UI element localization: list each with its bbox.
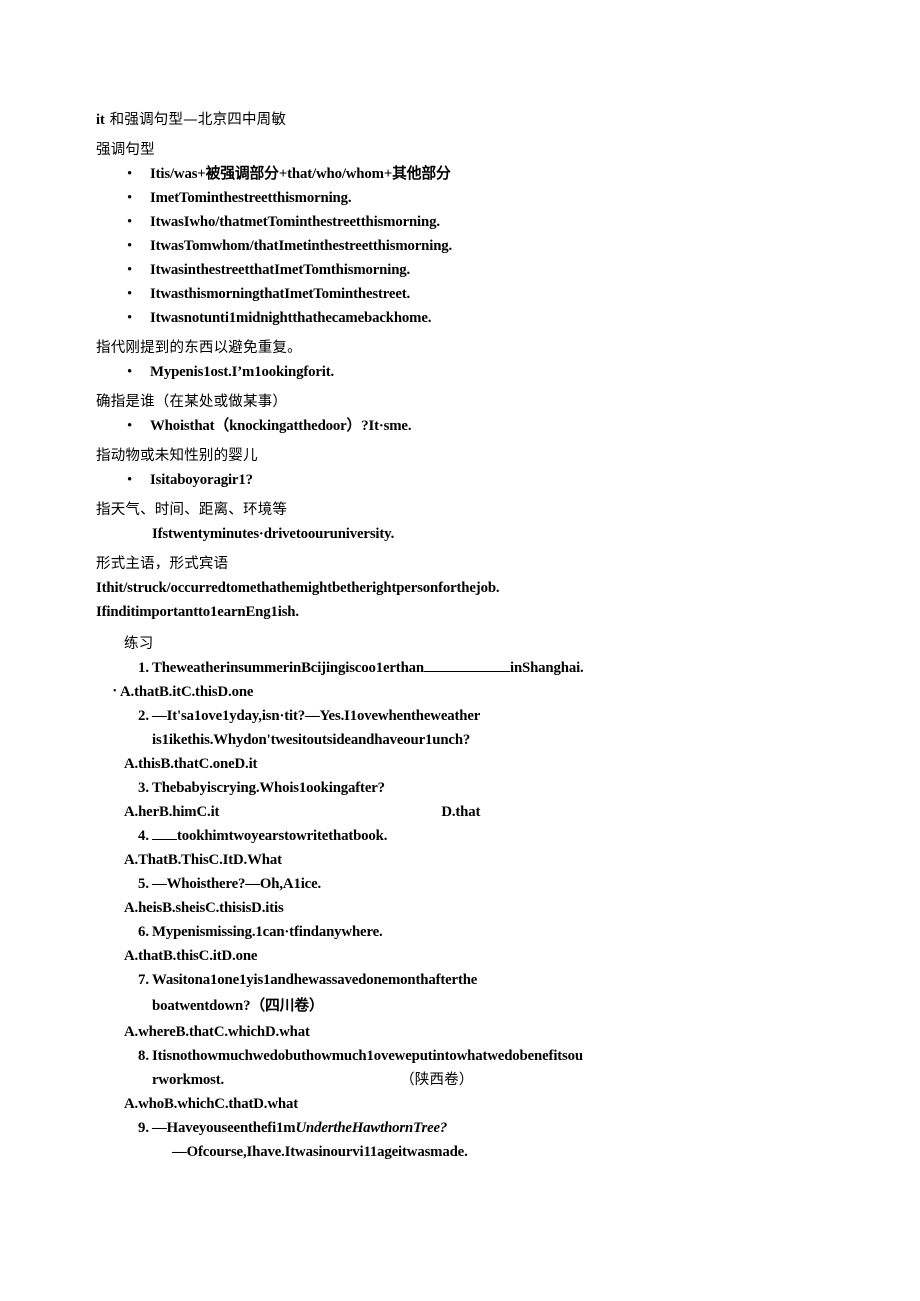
bullet-text: ItwasthismorningthatImetTominthestreet. <box>150 286 411 302</box>
exercise-options: A.whereB.thatC.whichD.what <box>96 1020 836 1044</box>
list-item: Mypenis1ost.I’m1ookingforit. <box>96 360 836 384</box>
bullet-text: Itis/was+被强调部分+that/who/whom+其他部分 <box>150 166 451 182</box>
heading-weather-time: 指天气、时间、距离、环境等 <box>96 502 288 518</box>
question-number: 9. <box>138 1120 150 1136</box>
answer-blank[interactable] <box>152 839 177 840</box>
example-text: Ithit/struck/occurredtomethathemightbeth… <box>96 580 500 596</box>
exercise-question: 1. TheweatherinsummerinBcijingiscoo1erth… <box>96 656 836 680</box>
exercise-question: 3. Thebabyiscrying.Whois1ookingafter? <box>96 776 836 800</box>
example-text: Ifstwentyminutes·drivetoouruniversity. <box>152 526 395 542</box>
exercise-options: A.ThatB.ThisC.ItD.What <box>96 848 836 872</box>
bullet-text: ItwasinthestreetthatImetTomthismorning. <box>150 262 411 278</box>
exercise-options: A.thatB.thisC.itD.one <box>96 944 836 968</box>
exercise-question: 5. —Whoisthere?—Oh,A1ice. <box>96 872 836 896</box>
list-item: ImetTominthestreetthismorning. <box>96 186 836 210</box>
question-text: Thebabyiscrying.Whois1ookingafter? <box>152 780 385 796</box>
bullet-text: ItwasIwho/thatmetTominthestreetthismorni… <box>150 214 440 230</box>
question-text: Mypenismissing.1can·tfindanywhere. <box>152 924 383 940</box>
question-continuation: —Ofcourse,Ihave.Itwasinourvi11ageitwasma… <box>96 1140 836 1164</box>
options-text: A.ThatB.ThisC.ItD.What <box>124 852 282 868</box>
question-text-cont: rworkmost. <box>152 1072 225 1088</box>
list-item: ItwasthismorningthatImetTominthestreet. <box>96 282 836 306</box>
bullet-text: Itwasnotunti1midnightthathecamebackhome. <box>150 310 432 326</box>
heading-animal-baby: 指动物或未知性别的婴儿 <box>96 448 258 464</box>
heading-identify-person: 确指是谁（在某处或做某事） <box>96 394 288 410</box>
exercise-question: 9. —Haveyouseenthefi1mUndertheHawthornTr… <box>96 1116 836 1140</box>
document-title: it 和强调句型—北京四中周敏 <box>96 108 836 132</box>
options-text: A.whereB.thatC.whichD.what <box>124 1024 310 1040</box>
document-page: it 和强调句型—北京四中周敏 强调句型 Itis/was+被强调部分+that… <box>0 0 920 1301</box>
exercise-options: A.whoB.whichC.thatD.what <box>96 1092 836 1116</box>
exercise-question: 2. —It'sa1ove1yday,isn·tit?—Yes.I1ovewhe… <box>96 704 836 728</box>
film-title: UndertheHawthornTree? <box>295 1120 448 1136</box>
question-number: 6. <box>138 924 150 940</box>
exercise-options: A.thisB.thatC.oneD.it <box>96 752 836 776</box>
exam-source-label: （陕西卷） <box>400 1072 474 1088</box>
exercise-question: 8. Itisnothowmuchwedobuthowmuch1oveweput… <box>96 1044 836 1068</box>
question-text: Wasitona1one1yis1andhewassavedonemonthaf… <box>152 972 478 988</box>
document-title-latin: it <box>96 112 105 128</box>
exercises-title: 练习 <box>124 636 154 652</box>
answer-blank[interactable] <box>423 671 510 672</box>
emphasis-bullet-list: Itis/was+被强调部分+that/who/whom+其他部分 ImetTo… <box>96 162 836 330</box>
question-text: —Whoisthere?—Oh,A1ice. <box>152 876 322 892</box>
exercise-question: 6. Mypenismissing.1can·tfindanywhere. <box>96 920 836 944</box>
formal-subject-example-2: Ifinditimportantto1earnEng1ish. <box>96 600 836 624</box>
options-text: A.whoB.whichC.thatD.what <box>124 1096 298 1112</box>
heading-emphasis-pattern: 强调句型 <box>96 142 155 158</box>
refer-back-bullet-list: Mypenis1ost.I’m1ookingforit. <box>96 360 836 384</box>
exercise-question: 7. Wasitona1one1yis1andhewassavedonemont… <box>96 968 836 992</box>
question-text-cont: boatwentdown?（四川卷） <box>152 998 324 1014</box>
exercise-options: A.herB.himC.it D.that <box>96 800 836 824</box>
bullet-text: Isitaboyoragir1? <box>150 472 253 488</box>
bullet-text: Mypenis1ost.I’m1ookingforit. <box>150 364 335 380</box>
question-text-cont: —Ofcourse,Ihave.Itwasinourvi11ageitwasma… <box>172 1144 468 1160</box>
list-item: Isitaboyoragir1? <box>96 468 836 492</box>
question-number: 4. <box>138 828 150 844</box>
animal-baby-bullet-list: Isitaboyoragir1? <box>96 468 836 492</box>
formal-subject-example-1: Ithit/struck/occurredtomethathemightbeth… <box>96 576 836 600</box>
options-text: A.thatB.itC.thisD.one <box>120 684 254 700</box>
question-text: —Haveyouseenthefi1m <box>152 1120 296 1136</box>
options-text: A.thisB.thatC.oneD.it <box>124 756 258 772</box>
question-number: 1. <box>138 660 150 676</box>
question-text: —It'sa1ove1yday,isn·tit?—Yes.I1ovewhenth… <box>152 708 481 724</box>
options-text-trailing: D.that <box>441 804 481 820</box>
example-text: Ifinditimportantto1earnEng1ish. <box>96 604 299 620</box>
list-item: Itis/was+被强调部分+that/who/whom+其他部分 <box>96 162 836 186</box>
heading-formal-subject: 形式主语，形式宾语 <box>96 556 229 572</box>
question-number: 3. <box>138 780 150 796</box>
question-text-cont: is1ikethis.Whydon'twesitoutsideandhaveou… <box>152 732 471 748</box>
options-text: A.thatB.thisC.itD.one <box>124 948 258 964</box>
list-item: ItwasIwho/thatmetTominthestreetthismorni… <box>96 210 836 234</box>
question-continuation: rworkmost. （陕西卷） <box>96 1068 836 1092</box>
weather-example-line: Ifstwentyminutes·drivetoouruniversity. <box>96 522 836 546</box>
heading-refer-back: 指代刚提到的东西以避免重复。 <box>96 340 302 356</box>
list-item: Whoisthat（knockingatthedoor）?It·sme. <box>96 414 836 438</box>
bullet-text: ItwasTomwhom/thatImetinthestreetthismorn… <box>150 238 453 254</box>
bullet-text: ImetTominthestreetthismorning. <box>150 190 352 206</box>
document-body: it 和强调句型—北京四中周敏 强调句型 Itis/was+被强调部分+that… <box>96 108 836 1164</box>
question-text: Itisnothowmuchwedobuthowmuch1oveweputint… <box>152 1048 583 1064</box>
question-number: 8. <box>138 1048 150 1064</box>
exercise-options: A.heisB.sheisC.thisisD.itis <box>96 896 836 920</box>
exercise-question: 4. tookhimtwoyearstowritethatbook. <box>96 824 836 848</box>
question-text-after: inShanghai. <box>509 660 584 676</box>
identify-person-bullet-list: Whoisthat（knockingatthedoor）?It·sme. <box>96 414 836 438</box>
document-title-cn: 和强调句型—北京四中周敏 <box>104 112 287 128</box>
options-text: A.herB.himC.it <box>124 804 220 820</box>
list-item: Itwasnotunti1midnightthathecamebackhome. <box>96 306 836 330</box>
question-number: 2. <box>138 708 150 724</box>
question-number: 5. <box>138 876 150 892</box>
question-continuation: is1ikethis.Whydon'twesitoutsideandhaveou… <box>96 728 836 752</box>
question-continuation: boatwentdown?（四川卷） <box>96 992 836 1020</box>
list-item: ItwasTomwhom/thatImetinthestreetthismorn… <box>96 234 836 258</box>
question-text-after: tookhimtwoyearstowritethatbook. <box>177 828 388 844</box>
question-number: 7. <box>138 972 150 988</box>
exercise-options: A.thatB.itC.thisD.one <box>96 680 836 704</box>
bullet-text: Whoisthat（knockingatthedoor）?It·sme. <box>150 418 412 434</box>
list-item: ItwasinthestreetthatImetTomthismorning. <box>96 258 836 282</box>
options-text: A.heisB.sheisC.thisisD.itis <box>124 900 284 916</box>
question-text: TheweatherinsummerinBcijingiscoo1erthan <box>152 660 424 676</box>
